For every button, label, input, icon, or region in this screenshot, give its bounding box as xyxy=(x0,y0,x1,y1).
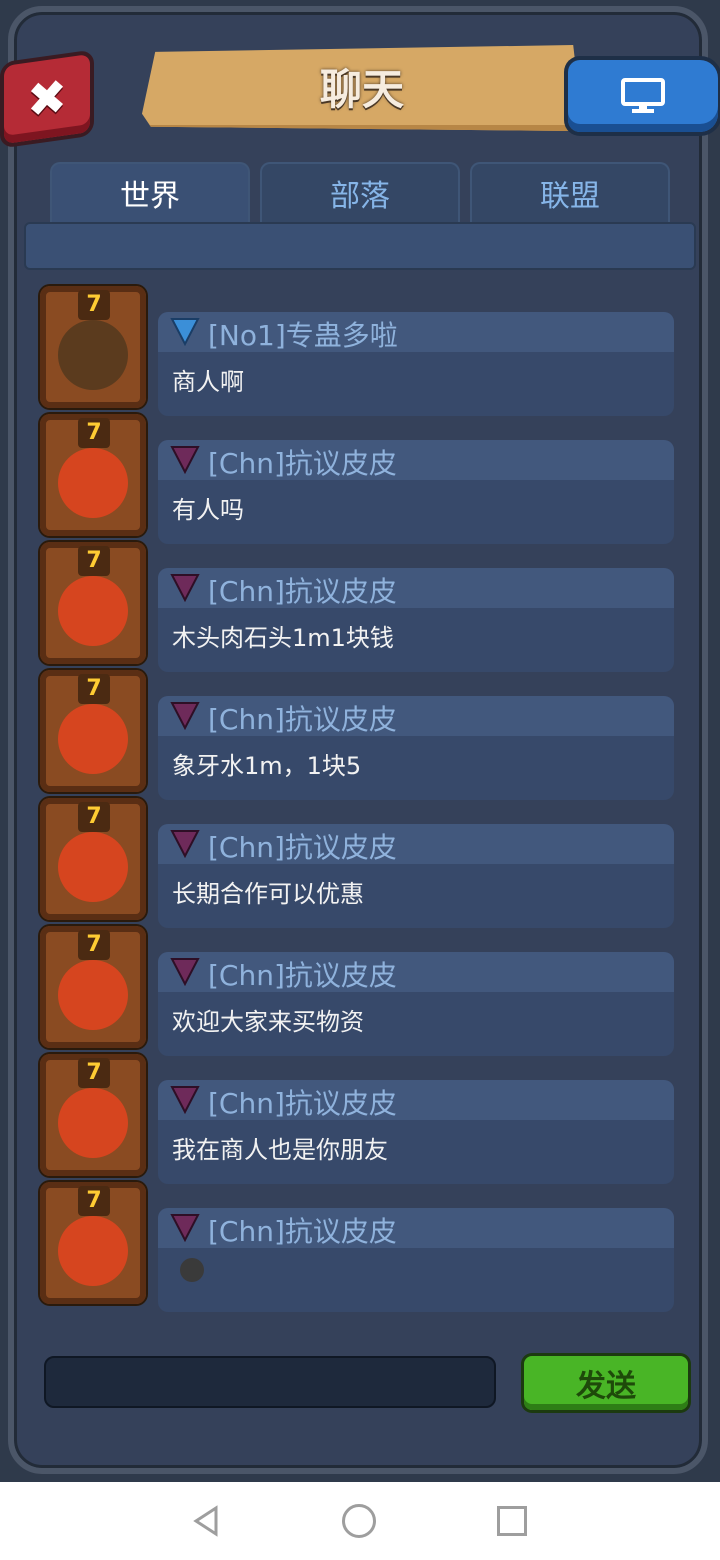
sender-name[interactable]: [Chn]抗议皮皮 xyxy=(208,826,397,866)
message-header: [Chn]抗议皮皮 xyxy=(158,824,674,864)
shield-icon xyxy=(170,1214,200,1242)
back-icon[interactable] xyxy=(190,1504,224,1538)
send-button[interactable]: 发送 xyxy=(524,1356,688,1410)
chat-message: 7 [Chn]抗议皮皮 我在商人也是你朋友 xyxy=(30,1038,690,1184)
chat-message: 7 [No1]专蛊多啦 商人啊 xyxy=(30,270,690,416)
portrait-red-haired-woman xyxy=(58,704,128,774)
message-bubble: [Chn]抗议皮皮 xyxy=(158,1208,674,1312)
chat-message: 7 [Chn]抗议皮皮 木头肉石头1m1块钱 xyxy=(30,526,690,672)
message-header: [Chn]抗议皮皮 xyxy=(158,696,674,736)
portrait-red-haired-woman xyxy=(58,1216,128,1286)
chat-message: 7 [Chn]抗议皮皮 象牙水1m，1块5 xyxy=(30,654,690,800)
message-text: 有人吗 xyxy=(172,496,244,524)
portrait-red-haired-woman xyxy=(58,960,128,1030)
avatar[interactable]: 7 xyxy=(40,798,146,920)
avatar[interactable]: 7 xyxy=(40,926,146,1048)
shield-icon xyxy=(170,574,200,602)
level-badge: 7 xyxy=(78,802,110,832)
chat-message-list[interactable]: 7 [No1]专蛊多啦 商人啊 7 [Chn]抗议皮皮 有人吗 7 [Chn]抗… xyxy=(30,270,690,1320)
shield-icon xyxy=(170,958,200,986)
monitor-icon xyxy=(621,78,665,113)
sender-name[interactable]: [Chn]抗议皮皮 xyxy=(208,570,397,610)
avatar[interactable]: 7 xyxy=(40,414,146,536)
message-text: 长期合作可以优惠 xyxy=(172,880,364,908)
avatar[interactable]: 7 xyxy=(40,670,146,792)
sender-name[interactable]: [No1]专蛊多啦 xyxy=(208,314,398,354)
level-badge: 7 xyxy=(78,1058,110,1088)
message-header: [Chn]抗议皮皮 xyxy=(158,952,674,992)
tab-content-bar xyxy=(24,222,696,270)
shield-icon xyxy=(170,830,200,858)
level-badge: 7 xyxy=(78,674,110,704)
message-text: 木头肉石头1m1块钱 xyxy=(172,624,394,652)
message-header: [Chn]抗议皮皮 xyxy=(158,1080,674,1120)
tab-alliance[interactable]: 联盟 xyxy=(470,162,670,222)
message-header: [No1]专蛊多啦 xyxy=(158,312,674,352)
message-text: 欢迎大家来买物资 xyxy=(172,1008,364,1036)
page-title: 聊天 xyxy=(319,65,404,114)
sender-name[interactable]: [Chn]抗议皮皮 xyxy=(208,1082,397,1122)
sender-name[interactable]: [Chn]抗议皮皮 xyxy=(208,954,397,994)
tab-tribe[interactable]: 部落 xyxy=(260,162,460,222)
sender-name[interactable]: [Chn]抗议皮皮 xyxy=(208,442,397,482)
message-text: 象牙水1m，1块5 xyxy=(172,752,362,780)
shield-icon xyxy=(170,446,200,474)
portrait-red-haired-woman xyxy=(58,832,128,902)
portrait-red-haired-woman xyxy=(58,576,128,646)
dark-face-emoji-icon xyxy=(180,1258,204,1282)
recent-apps-icon[interactable] xyxy=(497,1506,527,1536)
close-button[interactable]: ✖ xyxy=(4,53,90,145)
shield-icon xyxy=(170,318,200,346)
chat-message: 7 [Chn]抗议皮皮 有人吗 xyxy=(30,398,690,544)
shield-icon xyxy=(170,702,200,730)
chat-message: 7 [Chn]抗议皮皮 长期合作可以优惠 xyxy=(30,782,690,928)
avatar[interactable]: 7 xyxy=(40,1054,146,1176)
sender-name[interactable]: [Chn]抗议皮皮 xyxy=(208,698,397,738)
sender-name[interactable]: [Chn]抗议皮皮 xyxy=(208,1210,397,1250)
portrait-red-haired-woman xyxy=(58,1088,128,1158)
channel-tabs: 世界 部落 联盟 xyxy=(50,162,670,222)
message-header: [Chn]抗议皮皮 xyxy=(158,568,674,608)
avatar[interactable]: 7 xyxy=(40,542,146,664)
avatar[interactable]: 7 xyxy=(40,286,146,408)
message-header: [Chn]抗议皮皮 xyxy=(158,1208,674,1248)
home-icon[interactable] xyxy=(342,1504,376,1538)
message-header: [Chn]抗议皮皮 xyxy=(158,440,674,480)
close-icon: ✖ xyxy=(26,68,68,130)
shield-icon xyxy=(170,1086,200,1114)
level-badge: 7 xyxy=(78,546,110,576)
level-badge: 7 xyxy=(78,418,110,448)
chat-input[interactable] xyxy=(44,1356,496,1408)
tab-world[interactable]: 世界 xyxy=(50,162,250,222)
message-text: 我在商人也是你朋友 xyxy=(172,1136,388,1164)
portrait-bearded-man xyxy=(58,320,128,390)
avatar[interactable]: 7 xyxy=(40,1182,146,1304)
level-badge: 7 xyxy=(78,290,110,320)
message-text: 商人啊 xyxy=(172,368,244,396)
level-badge: 7 xyxy=(78,1186,110,1216)
chat-message: 7 [Chn]抗议皮皮 欢迎大家来买物资 xyxy=(30,910,690,1056)
portrait-red-haired-woman xyxy=(58,448,128,518)
level-badge: 7 xyxy=(78,930,110,960)
screen-button[interactable] xyxy=(568,60,718,132)
chat-message: 7 [Chn]抗议皮皮 xyxy=(30,1166,690,1312)
